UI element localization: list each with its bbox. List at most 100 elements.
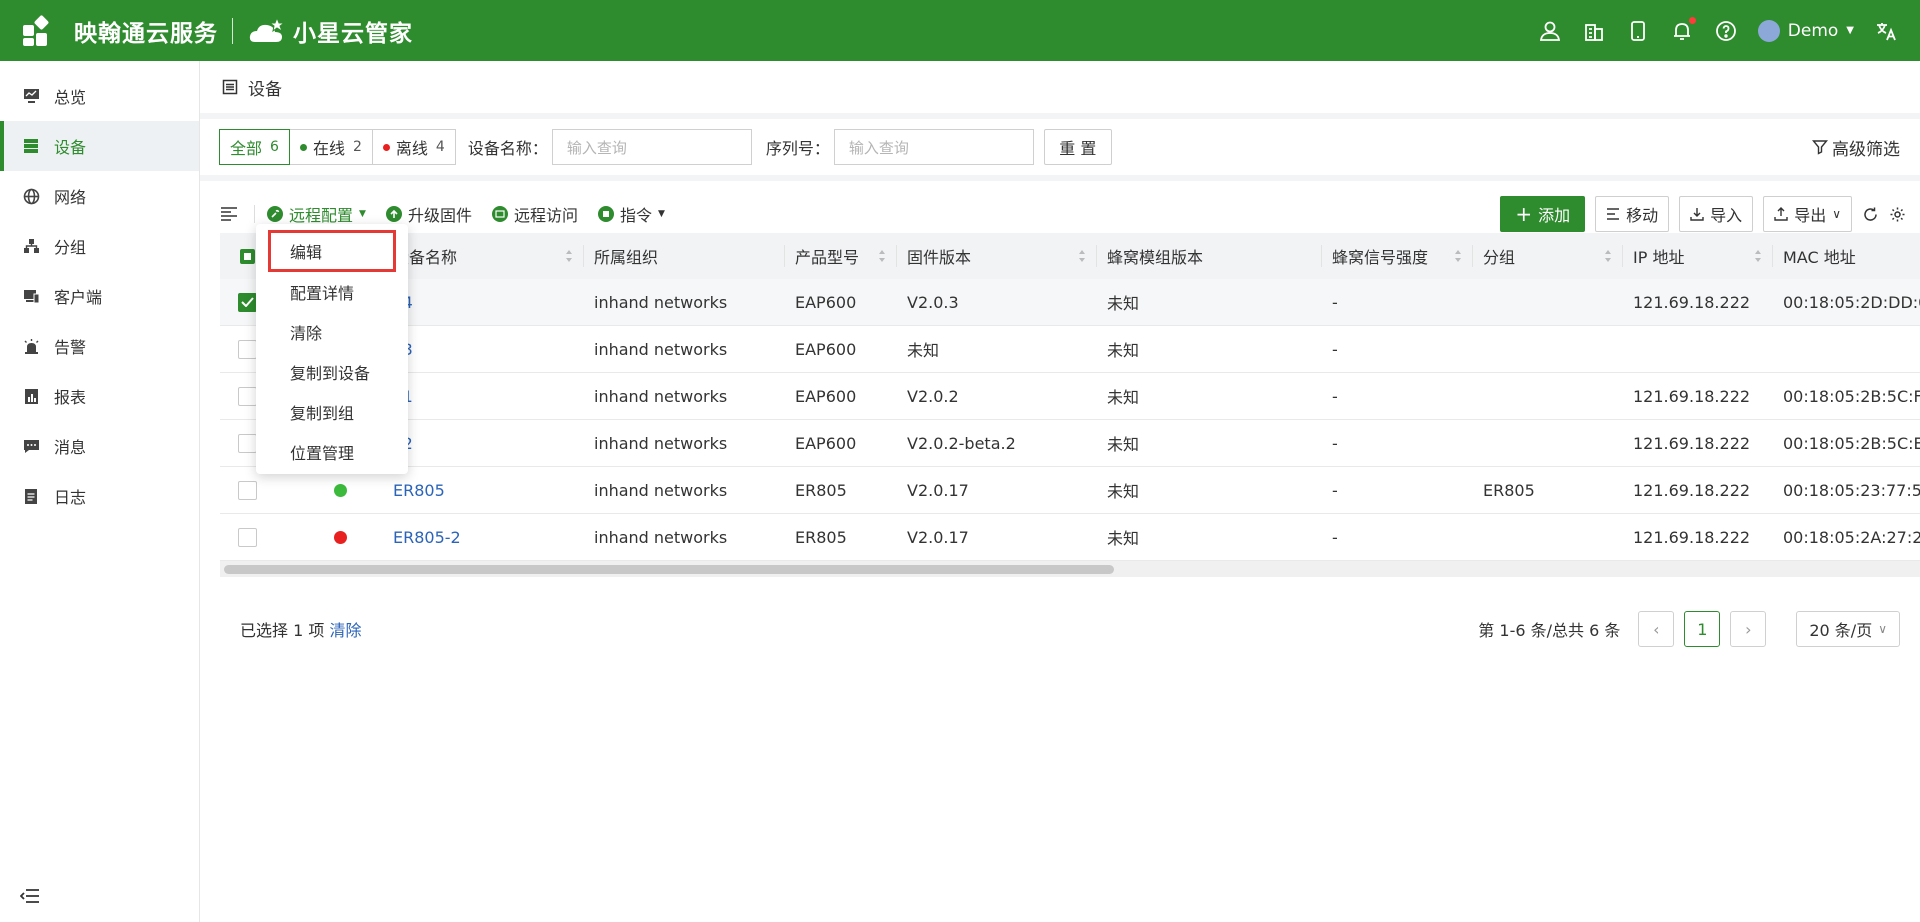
scrollbar-thumb[interactable] — [224, 565, 1114, 574]
table-cell-mac: 00:18:05:2A:27:2C — [1783, 527, 1920, 547]
menu-item-copy-to-group[interactable]: 复制到组 — [256, 392, 408, 432]
translate-icon[interactable] — [1874, 19, 1898, 43]
sidebar-item-label: 告警 — [54, 338, 87, 357]
table-cell-name[interactable]: ER805-2 — [383, 528, 584, 547]
page-title: 设备 — [248, 79, 282, 100]
row-checkbox[interactable] — [238, 480, 257, 500]
filter-online[interactable]: 在线 2 — [288, 129, 373, 165]
column-header[interactable]: 蜂窝信号强度 — [1322, 245, 1473, 267]
table-footer: 已选择 1 项 清除 第 1-6 条/总共 6 条 ‹ 1 › 20 条/页 ∨ — [220, 607, 1900, 651]
menu-item-edit[interactable]: 编辑 — [268, 230, 396, 272]
menu-item-label: 复制到设备 — [290, 364, 371, 383]
row-checkbox-cell — [220, 480, 282, 500]
remote-config-menu[interactable]: 远程配置 ▼ — [267, 202, 366, 226]
filter-all[interactable]: 全部 6 — [219, 129, 290, 165]
device-table: 设备名称 所属组织 产品型号 固件版本 蜂窝模组版本 蜂窝信号强度 分组 IP … — [220, 233, 1920, 577]
table-cell-mac: 00:18:05:2D:DD:0 — [1783, 292, 1920, 312]
menu-item-config-details[interactable]: 配置详情 — [256, 272, 408, 312]
sidebar-item-reports[interactable]: 报表 — [0, 371, 199, 421]
table-row[interactable]: P2 inhand networks EAP600 V2.0.2-beta.2 未知 - 1… — [220, 420, 1920, 467]
sidebar-item-groups[interactable]: 分组 — [0, 221, 199, 271]
horizontal-scrollbar[interactable] — [220, 561, 1920, 577]
remote-access-button[interactable]: 远程访问 — [491, 202, 578, 226]
sidebar-item-label: 报表 — [54, 388, 87, 407]
filter-offline[interactable]: 离线 4 — [371, 129, 456, 165]
user-icon[interactable] — [1538, 19, 1562, 43]
filter-offline-label: 离线 — [395, 139, 428, 158]
user-menu[interactable]: Demo ▼ — [1757, 19, 1854, 42]
column-header: 蜂窝模组版本 — [1097, 245, 1322, 267]
table-cell-name[interactable]: P1 — [383, 387, 584, 406]
table-row[interactable]: ER805 inhand networks ER805 V2.0.17 未知 - ER805… — [220, 467, 1920, 514]
row-checkbox[interactable] — [238, 339, 257, 359]
column-header[interactable]: 设备名称 — [383, 245, 584, 267]
row-checkbox[interactable] — [238, 527, 257, 547]
sidebar-item-network[interactable]: 网络 — [0, 171, 199, 221]
page-size-select[interactable]: 20 条/页 ∨ — [1796, 611, 1900, 647]
remote-access-label: 远程访问 — [513, 206, 578, 225]
menu-item-copy-to-device[interactable]: 复制到设备 — [256, 352, 408, 392]
table-cell-org: inhand networks — [594, 433, 728, 453]
table-cell-model: EAP600 — [795, 386, 857, 406]
sidebar-item-alarms[interactable]: 告警 — [0, 321, 199, 371]
clear-selection-link[interactable]: 清除 — [330, 621, 362, 640]
caret-down-icon: ▼ — [359, 209, 366, 219]
menu-item-location[interactable]: 位置管理 — [256, 432, 408, 472]
column-header[interactable]: 固件版本 — [897, 245, 1097, 267]
serial-input[interactable]: 输入查询 — [833, 129, 1034, 165]
gear-icon[interactable] — [1889, 206, 1906, 223]
move-button[interactable]: 移动 — [1595, 196, 1670, 232]
table-row[interactable]: P3 inhand networks EAP600 未知 未知 - — [220, 326, 1920, 373]
row-checkbox-checked[interactable] — [238, 292, 257, 312]
reset-button[interactable]: 重 置 — [1043, 129, 1112, 165]
table-cell-name[interactable]: P4 — [383, 293, 584, 312]
table-cell-model: EAP600 — [795, 292, 857, 312]
device-name-input[interactable]: 输入查询 — [551, 129, 752, 165]
table-cell-name[interactable]: P2 — [383, 434, 584, 453]
sidebar-item-logs[interactable]: 日志 — [0, 471, 199, 521]
add-button[interactable]: + 添加 — [1500, 196, 1586, 232]
upgrade-firmware-button[interactable]: 升级固件 — [385, 202, 472, 226]
online-dot — [299, 143, 307, 151]
terminal-icon — [491, 206, 508, 222]
next-page-button[interactable]: › — [1730, 611, 1767, 647]
table-cell-fw: V2.0.17 — [907, 527, 969, 547]
table-cell-name[interactable]: P3 — [383, 340, 584, 359]
alarm-icon — [22, 337, 40, 355]
sidebar-item-devices[interactable]: 设备 — [0, 121, 199, 171]
select-all-checkbox[interactable] — [240, 248, 255, 264]
tablet-icon[interactable] — [1626, 19, 1650, 43]
sidebar-item-label: 分组 — [54, 238, 87, 257]
sidebar-item-messages[interactable]: 消息 — [0, 421, 199, 471]
apps-grid-icon[interactable] — [22, 14, 52, 46]
sidebar-item-overview[interactable]: 总览 — [0, 71, 199, 121]
table-row[interactable]: P1 inhand networks EAP600 V2.0.2 未知 - 121.69.1… — [220, 373, 1920, 420]
table-cell-name[interactable]: ER805 — [383, 481, 584, 500]
import-button[interactable]: 导入 — [1679, 196, 1754, 232]
refresh-icon[interactable] — [1862, 206, 1879, 223]
collapse-sidebar-icon[interactable] — [19, 888, 40, 908]
menu-item-clear[interactable]: 清除 — [256, 312, 408, 352]
column-header[interactable]: IP 地址 — [1623, 245, 1773, 267]
sidebar-item-clients[interactable]: 客户端 — [0, 271, 199, 321]
filter-all-count: 6 — [270, 139, 279, 155]
building-icon[interactable] — [1582, 19, 1606, 43]
row-checkbox[interactable] — [238, 433, 257, 453]
page-button[interactable]: 1 — [1684, 611, 1721, 647]
table-cell-mac: 00:18:05:2B:5C:FD — [1783, 386, 1920, 406]
table-row[interactable]: P4 inhand networks EAP600 V2.0.3 未知 - 121.69.1… — [220, 279, 1920, 326]
help-icon[interactable] — [1714, 19, 1738, 43]
status-offline-dot — [334, 530, 347, 544]
column-header[interactable]: 分组 — [1473, 245, 1623, 267]
table-row[interactable]: ER805-2 inhand networks ER805 V2.0.17 未知 - 121… — [220, 514, 1920, 561]
bell-icon[interactable] — [1670, 16, 1696, 43]
command-menu[interactable]: 指令 ▼ — [597, 202, 665, 226]
selected-prefix: 已选择 — [240, 621, 289, 640]
prev-page-button[interactable]: ‹ — [1638, 611, 1675, 647]
align-left-icon[interactable] — [220, 207, 238, 221]
hierarchy-icon — [22, 237, 40, 255]
column-header[interactable]: 产品型号 — [785, 245, 897, 267]
row-checkbox[interactable] — [238, 386, 257, 406]
export-button[interactable]: 导出 ∨ — [1763, 196, 1852, 232]
advanced-filter-button[interactable]: 高级筛选 — [1812, 135, 1900, 160]
